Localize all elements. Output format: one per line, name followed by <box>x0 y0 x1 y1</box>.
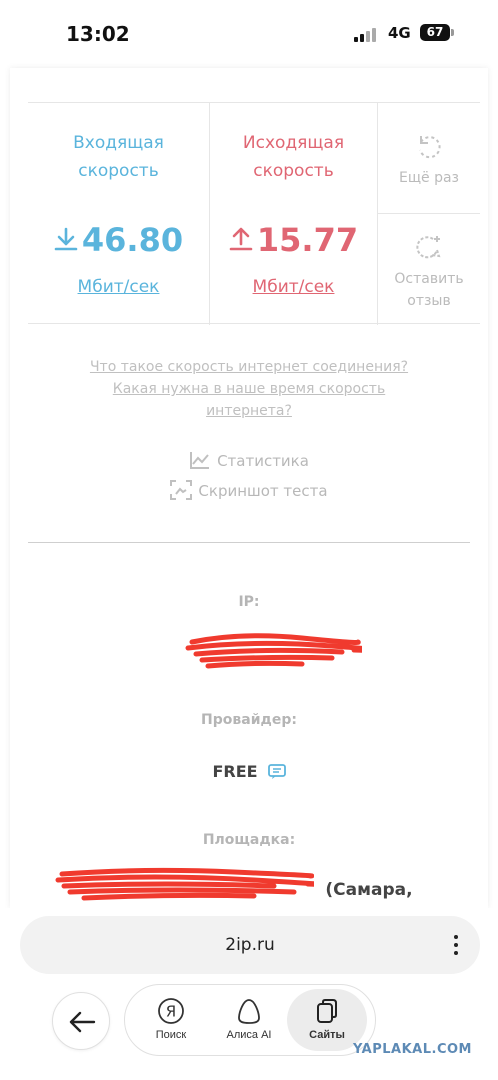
upload-value: 15.77 <box>210 221 377 259</box>
screenshot-icon <box>170 480 193 500</box>
download-unit-link[interactable]: Мбит/сек <box>28 277 209 297</box>
speed-needed-link[interactable]: Какая нужна в наше время скорость <box>28 378 470 400</box>
retry-button[interactable]: Ещё раз <box>378 103 480 214</box>
speedtest-page: Входящая скорость 46.80 Мбит/сек Исходящ… <box>10 68 488 908</box>
speed-needed-link-cont[interactable]: интернета? <box>28 400 470 422</box>
network-type: 4G <box>388 24 411 42</box>
actions-panel: Ещё раз Оставить отзыв <box>378 103 480 325</box>
chart-icon <box>190 452 210 469</box>
site-label: Площадка: <box>202 832 296 848</box>
address-bar[interactable]: 2ip.ru <box>20 916 480 974</box>
status-bar: 13:02 4G 67 <box>0 0 498 68</box>
refresh-icon <box>419 136 441 159</box>
download-arrow-icon <box>54 227 78 251</box>
more-vertical-icon[interactable] <box>454 935 458 955</box>
comment-icon[interactable] <box>267 764 286 780</box>
download-title: Входящая скорость <box>73 133 164 181</box>
site-value: (Самара, <box>325 880 413 900</box>
upload-unit-link[interactable]: Мбит/сек <box>210 277 377 297</box>
upload-panel: Исходящая скорость 15.77 Мбит/сек <box>210 103 378 325</box>
info-links[interactable]: Что такое скорость интернет соединения? … <box>28 356 470 422</box>
download-value: 46.80 <box>28 221 209 259</box>
ip-redaction-scribble <box>185 633 362 669</box>
nav-alice[interactable]: Алиса AI <box>209 989 289 1051</box>
nav-search[interactable]: Я Поиск <box>131 989 211 1051</box>
watermark: YAPLAKAL.COM <box>353 1042 472 1057</box>
svg-text:Я: Я <box>166 1003 176 1021</box>
statistics-button[interactable]: Статистика <box>10 450 488 470</box>
speed-info-link[interactable]: Что такое скорость интернет соединения? <box>28 356 470 378</box>
comment-plus-icon <box>416 236 441 259</box>
battery-icon: 67 <box>420 24 454 41</box>
url-text[interactable]: 2ip.ru <box>20 916 480 974</box>
upload-title: Исходящая скорость <box>242 133 345 181</box>
status-time: 13:02 <box>66 22 130 46</box>
ip-label: IP: <box>238 594 260 610</box>
speed-results: Входящая скорость 46.80 Мбит/сек Исходящ… <box>28 102 480 325</box>
leave-review-button[interactable]: Оставить отзыв <box>378 214 480 325</box>
divider <box>28 542 470 543</box>
signal-icon <box>354 28 378 42</box>
yandex-search-icon: Я <box>158 998 184 1024</box>
provider-label: Провайдер: <box>201 712 297 728</box>
back-button[interactable] <box>52 992 110 1050</box>
bottom-nav: Я Поиск Алиса AI Сайты <box>124 984 376 1056</box>
provider-value: FREE <box>10 762 488 781</box>
tabs-icon <box>317 999 337 1023</box>
upload-arrow-icon <box>229 227 253 251</box>
screenshot-button[interactable]: Скриншот теста <box>10 480 488 500</box>
download-panel: Входящая скорость 46.80 Мбит/сек <box>28 103 210 325</box>
browser-bottom-bar: 2ip.ru Я Поиск Алиса AI Сайты YAPLAKAL.C… <box>0 908 498 1080</box>
alice-icon <box>238 999 260 1024</box>
arrow-left-icon <box>69 1011 96 1033</box>
